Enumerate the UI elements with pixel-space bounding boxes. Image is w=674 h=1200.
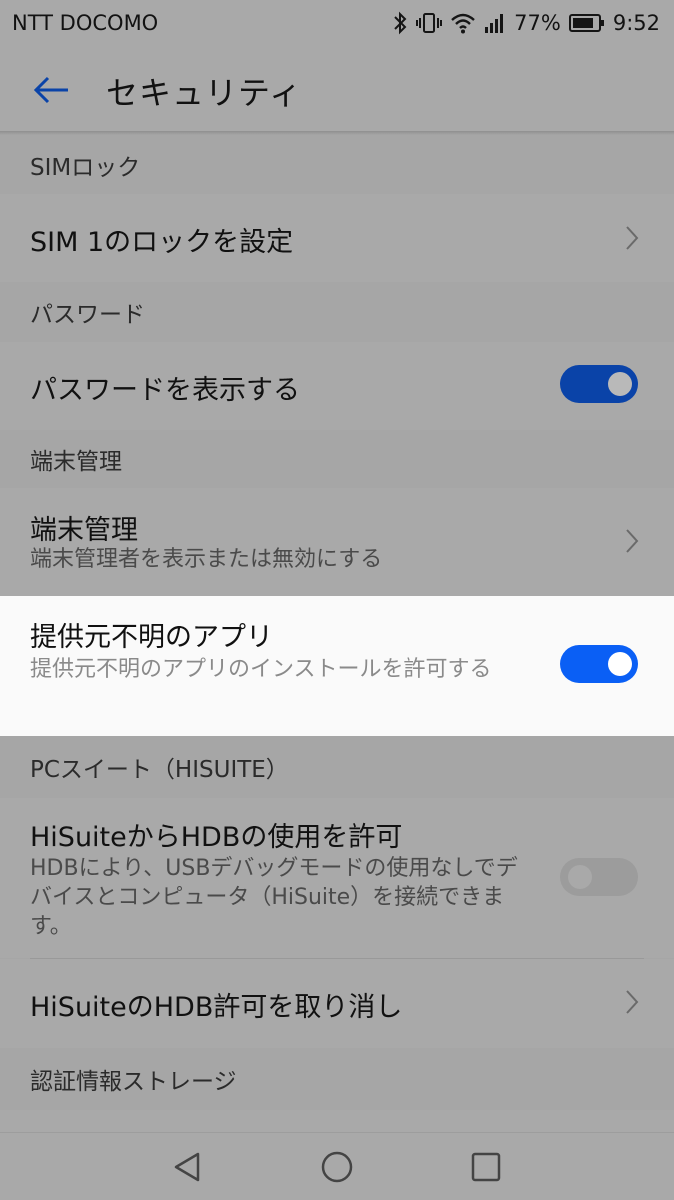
chevron-right-icon bbox=[626, 529, 639, 553]
chevron-right-icon bbox=[626, 990, 639, 1014]
hisuite-hdb-row[interactable]: HiSuiteからHDBの使用を許可 HDBにより、USBデバッグモードの使用な… bbox=[0, 798, 674, 958]
toggle-knob bbox=[608, 652, 632, 676]
recents-square-icon[interactable] bbox=[466, 1147, 506, 1187]
device-admin-subtitle: 端末管理者を表示または無効にする bbox=[30, 547, 383, 572]
battery-percent: 77% bbox=[514, 11, 561, 35]
hisuite-hdb-subtitle: HDBにより、USBデバッグモードの使用なしでデバイスとコンピュータ（HiSui… bbox=[30, 856, 518, 939]
hisuite-hdb-title: HiSuiteからHDBの使用を許可 bbox=[30, 822, 403, 853]
status-bar: NTT DOCOMO 77% 9:52 bbox=[0, 0, 674, 46]
unknown-sources-title: 提供元不明のアプリ bbox=[30, 622, 273, 653]
toggle-knob bbox=[608, 372, 632, 396]
show-password-title: パスワードを表示する bbox=[30, 375, 300, 406]
vibrate-icon bbox=[416, 13, 443, 33]
home-circle-icon[interactable] bbox=[317, 1147, 357, 1187]
app-bar: セキュリティ bbox=[0, 46, 674, 132]
device-admin-title: 端末管理 bbox=[30, 515, 138, 546]
section-header-device-admin: 端末管理 bbox=[30, 449, 122, 475]
sim-lock-row[interactable]: SIM 1のロックを設定 bbox=[0, 194, 674, 282]
unknown-sources-toggle[interactable] bbox=[560, 645, 638, 683]
section-header-pc-suite: PCスイート（HISUITE） bbox=[30, 757, 289, 783]
revoke-hdb-row[interactable]: HiSuiteのHDB許可を取り消し bbox=[0, 959, 674, 1048]
unknown-sources-row[interactable]: 提供元不明のアプリ 提供元不明のアプリのインストールを許可する bbox=[0, 596, 674, 736]
toggle-knob bbox=[568, 865, 592, 889]
section-header-credential-storage: 認証情報ストレージ bbox=[30, 1069, 237, 1095]
sim-lock-title: SIM 1のロックを設定 bbox=[30, 227, 294, 258]
clock: 9:52 bbox=[612, 11, 660, 35]
back-triangle-icon[interactable] bbox=[168, 1147, 208, 1187]
status-icons: 77% 9:52 bbox=[392, 11, 660, 35]
hisuite-hdb-toggle[interactable] bbox=[560, 858, 638, 896]
battery-icon bbox=[568, 14, 604, 32]
revoke-hdb-title: HiSuiteのHDB許可を取り消し bbox=[30, 992, 403, 1023]
show-password-row[interactable]: パスワードを表示する bbox=[0, 342, 674, 430]
section-header-sim-lock: SIMロック bbox=[30, 154, 141, 181]
signal-icon bbox=[485, 14, 504, 33]
arrow-left-icon[interactable] bbox=[30, 68, 74, 112]
device-admin-row[interactable]: 端末管理 端末管理者を表示または無効にする bbox=[0, 488, 674, 596]
chevron-right-icon bbox=[626, 226, 639, 250]
bluetooth-icon bbox=[394, 11, 407, 35]
wifi-icon bbox=[451, 13, 475, 34]
show-password-toggle[interactable] bbox=[560, 365, 638, 403]
carrier-label: NTT DOCOMO bbox=[12, 11, 159, 35]
unknown-sources-subtitle: 提供元不明のアプリのインストールを許可する bbox=[30, 657, 492, 682]
page-title: セキュリティ bbox=[106, 74, 303, 112]
section-header-password: パスワード bbox=[30, 302, 145, 328]
navigation-bar bbox=[0, 1132, 674, 1200]
